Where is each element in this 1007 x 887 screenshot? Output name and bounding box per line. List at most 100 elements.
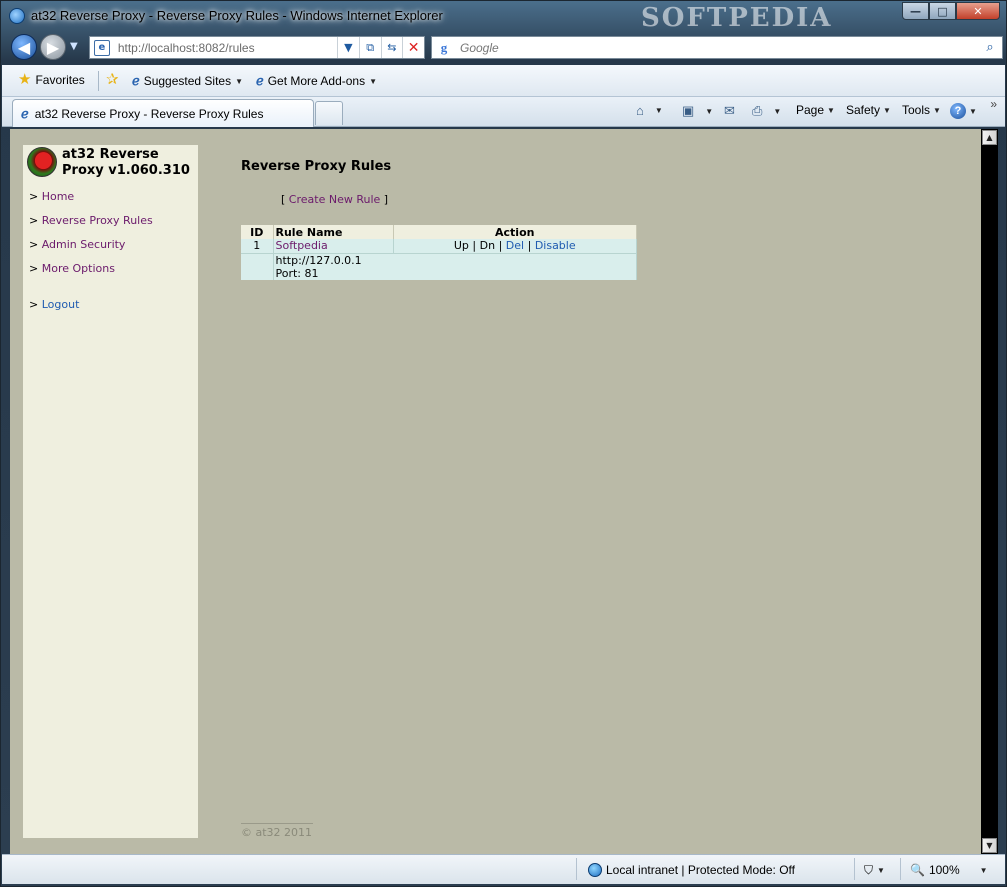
sidebar-link-reverse-proxy-rules[interactable]: Reverse Proxy Rules	[42, 214, 153, 227]
safety-menu[interactable]: Safety ▼	[846, 103, 891, 117]
zoom-icon: 🔍	[910, 863, 925, 877]
zoom-level: 100%	[928, 863, 960, 877]
rule-actions-cell: Up | Dn | Del | Disable	[393, 239, 637, 253]
stop-button[interactable]: ✕	[402, 37, 424, 58]
address-dropdown-button[interactable]: ▼	[337, 37, 359, 58]
zoom-control[interactable]: 🔍 100% ▼	[910, 860, 988, 880]
feeds-button[interactable]: ▣ ▼	[682, 103, 713, 119]
security-zone[interactable]: Local intranet | Protected Mode: Off	[588, 860, 795, 880]
chevron-down-icon: ▼	[979, 865, 988, 875]
create-rule-line: [ Create New Rule ]	[281, 193, 388, 206]
refresh-button[interactable]: ⇆	[380, 37, 403, 58]
ie-page-icon: ℯ	[132, 73, 140, 88]
maximize-button[interactable]: □	[929, 2, 956, 20]
help-menu[interactable]: ? ▼	[950, 103, 977, 119]
chevron-down-icon: ▼	[827, 105, 835, 115]
globe-icon	[588, 863, 602, 877]
page-menu[interactable]: Page ▼	[796, 103, 835, 117]
create-new-rule-link[interactable]: Create New Rule	[289, 193, 380, 206]
close-button[interactable]: ✕	[956, 2, 1000, 20]
ie-page-icon: ℯ	[256, 73, 264, 88]
arrow-right-icon: ▶	[46, 37, 60, 57]
safety-menu-label: Safety	[846, 103, 881, 117]
sidebar: at32 Reverse Proxy v1.060.310 > Home > R…	[23, 145, 198, 838]
chevron-down-icon: ▼	[369, 76, 378, 86]
window-controls: — □ ✕	[902, 2, 1000, 20]
search-icon[interactable]: ⌕	[978, 40, 1002, 55]
status-divider	[900, 858, 901, 880]
ie-logo-icon	[9, 8, 25, 24]
column-header-action: Action	[393, 225, 637, 239]
add-favorite-star-icon: ✰	[106, 71, 119, 88]
logout-link[interactable]: Logout	[42, 298, 80, 311]
tools-menu[interactable]: Tools ▼	[902, 103, 941, 117]
triangle-down-icon: ▼	[986, 841, 993, 850]
app-title: at32 Reverse Proxy v1.060.310	[62, 147, 190, 178]
column-header-rule-name: Rule Name	[273, 225, 394, 239]
mail-icon: ✉	[724, 103, 735, 118]
table-row: 1 Softpedia Up | Dn | Del | Disable	[241, 239, 637, 253]
delete-rule-link[interactable]: Del	[506, 239, 524, 252]
scroll-up-button[interactable]: ▲	[982, 130, 997, 145]
vertical-scrollbar[interactable]: ▲ ▼	[981, 129, 998, 854]
close-icon: ✕	[407, 39, 420, 56]
forward-button[interactable]: ▶	[40, 34, 66, 60]
app-logo-icon	[27, 147, 57, 177]
nav-bullet: >	[29, 190, 39, 203]
refresh-icon: ⇆	[387, 41, 397, 54]
read-mail-button[interactable]: ✉	[724, 103, 735, 119]
copyright-footer: © at32 2011	[241, 823, 313, 839]
sidebar-nav: > Home > Reverse Proxy Rules > Admin Sec…	[29, 189, 153, 321]
sidebar-item-logout: > Logout	[29, 297, 153, 321]
star-icon: ★	[18, 71, 32, 88]
printer-icon: ⎙	[752, 103, 763, 118]
chevron-down-icon: ▼	[705, 106, 714, 116]
triangle-up-icon: ▲	[986, 133, 993, 142]
compatibility-view-button[interactable]: ⧉	[358, 37, 381, 58]
tab-label: at32 Reverse Proxy - Reverse Proxy Rules	[34, 106, 264, 121]
favorites-button[interactable]: ★ Favorites	[18, 71, 85, 88]
nav-bullet: >	[29, 298, 39, 311]
detail-spacer-cell	[241, 252, 274, 280]
sidebar-link-more-options[interactable]: More Options	[42, 262, 115, 275]
bracket-open: [	[281, 193, 286, 206]
page-icon: e	[94, 39, 110, 56]
scroll-down-button[interactable]: ▼	[982, 838, 997, 853]
chevron-down-icon: ▼	[933, 105, 941, 115]
more-commands-chevron-icon[interactable]: »	[990, 97, 997, 111]
add-to-favorites-bar-button[interactable]: ✰	[106, 71, 119, 88]
suggested-sites-button[interactable]: ℯ Suggested Sites ▼	[132, 73, 243, 89]
status-divider	[854, 858, 855, 880]
minimize-button[interactable]: —	[902, 2, 929, 20]
tab-reverse-proxy-rules[interactable]: ℯ at32 Reverse Proxy - Reverse Proxy Rul…	[12, 99, 314, 127]
favorites-label: Favorites	[35, 73, 85, 87]
main-panel: Reverse Proxy Rules [ Create New Rule ] …	[241, 159, 637, 280]
print-button[interactable]: ⎙ ▼	[752, 103, 781, 119]
home-button[interactable]: ⌂ ▼	[636, 103, 663, 118]
action-separator: |	[472, 239, 477, 252]
protected-mode-button[interactable]: ⛉ ▼	[864, 860, 885, 880]
address-bar[interactable]: e http://localhost:8082/rules ▼ ⧉ ⇆ ✕	[89, 36, 425, 59]
chevron-down-icon: ▼	[235, 76, 244, 86]
back-button[interactable]: ◀	[11, 34, 37, 60]
nav-bullet: >	[29, 262, 39, 275]
ie-page-icon: ℯ	[21, 105, 29, 121]
sidebar-link-admin-security[interactable]: Admin Security	[42, 238, 126, 251]
sidebar-link-home[interactable]: Home	[42, 190, 74, 203]
new-tab-button[interactable]	[315, 101, 343, 125]
disable-rule-link[interactable]: Disable	[535, 239, 576, 252]
table-header-row: ID Rule Name Action	[241, 225, 637, 239]
softpedia-watermark: SOFTPEDIA	[641, 3, 833, 33]
search-box[interactable]: g Google ⌕	[431, 36, 1003, 59]
rule-name-link[interactable]: Softpedia	[276, 239, 328, 252]
favorites-bar: ★ Favorites ✰ ℯ Suggested Sites ▼ ℯ Get …	[2, 65, 1005, 97]
recent-pages-dropdown[interactable]: ▼	[70, 41, 78, 52]
move-down-action[interactable]: Dn	[480, 239, 495, 252]
bracket-close: ]	[383, 193, 389, 206]
move-up-action[interactable]: Up	[454, 239, 469, 252]
rules-table: ID Rule Name Action 1 Softpedia Up | Dn …	[241, 225, 637, 280]
address-input[interactable]: http://localhost:8082/rules	[118, 41, 337, 55]
status-divider	[576, 858, 577, 880]
get-more-addons-button[interactable]: ℯ Get More Add-ons ▼	[256, 73, 377, 89]
search-input[interactable]: Google	[460, 41, 978, 55]
